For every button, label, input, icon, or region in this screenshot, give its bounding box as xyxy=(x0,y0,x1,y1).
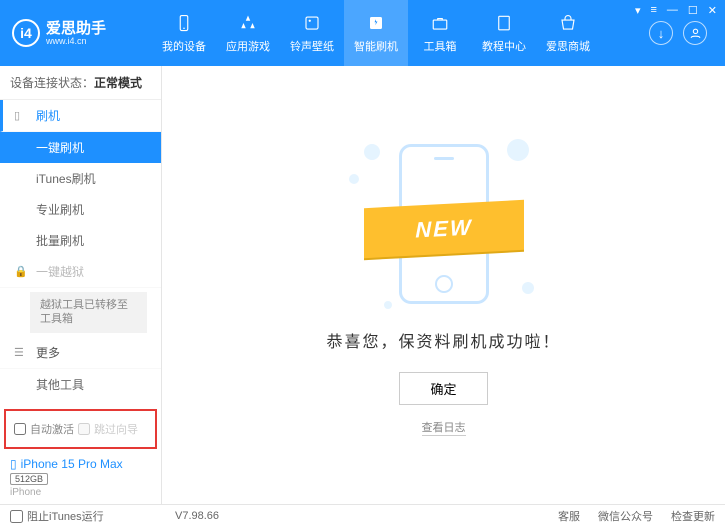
footer: 阻止iTunes运行 V7.98.66 客服 微信公众号 检查更新 xyxy=(0,504,725,527)
device-name[interactable]: ▯ iPhone 15 Pro Max xyxy=(10,457,151,471)
main-content: NEW 恭喜您，保资料刷机成功啦！ 确定 查看日志 xyxy=(162,66,725,504)
app-url: www.i4.cn xyxy=(46,36,106,46)
more-icon: ☰ xyxy=(14,346,28,359)
device-info: ▯ iPhone 15 Pro Max 512GB iPhone xyxy=(0,451,161,504)
nav-apps[interactable]: 应用游戏 xyxy=(216,0,280,66)
menu-other-tools[interactable]: 其他工具 xyxy=(0,369,161,400)
success-message: 恭喜您，保资料刷机成功啦！ xyxy=(326,328,560,352)
nav-tutorials[interactable]: 教程中心 xyxy=(472,0,536,66)
sidebar: 设备连接状态：正常模式 ▯ 刷机 一键刷机 iTunes刷机 专业刷机 批量刷机… xyxy=(0,66,162,504)
maximize-icon[interactable]: ☐ xyxy=(688,4,698,17)
footer-update[interactable]: 检查更新 xyxy=(671,508,715,524)
new-ribbon: NEW xyxy=(364,200,524,258)
ok-button[interactable]: 确定 xyxy=(399,372,487,405)
menu-flash-group[interactable]: ▯ 刷机 xyxy=(0,100,161,132)
auto-activate-checkbox[interactable]: 自动激活 xyxy=(14,421,74,437)
wallpaper-icon xyxy=(301,12,323,34)
footer-wechat[interactable]: 微信公众号 xyxy=(598,508,653,524)
top-nav: 我的设备 应用游戏 铃声壁纸 智能刷机 工具箱 教程中心 爱思商城 xyxy=(152,0,649,66)
apps-icon xyxy=(237,12,259,34)
skip-guide-checkbox[interactable]: 跳过向导 xyxy=(78,421,138,437)
minimize-icon[interactable]: — xyxy=(667,4,678,17)
success-illustration: NEW xyxy=(344,134,544,314)
jailbreak-note: 越狱工具已转移至工具箱 xyxy=(30,292,147,333)
options-row: 自动激活 跳过向导 xyxy=(4,409,157,449)
app-header: i4 爱思助手 www.i4.cn 我的设备 应用游戏 铃声壁纸 智能刷机 工具… xyxy=(0,0,725,66)
menu-jailbreak-group[interactable]: 🔒 一键越狱 xyxy=(0,256,161,288)
store-icon xyxy=(557,12,579,34)
lock-icon: 🔒 xyxy=(14,265,28,278)
nav-toolbox[interactable]: 工具箱 xyxy=(408,0,472,66)
nav-ringtones[interactable]: 铃声壁纸 xyxy=(280,0,344,66)
phone-small-icon: ▯ xyxy=(10,457,17,471)
device-icon: ▯ xyxy=(14,109,28,122)
footer-support[interactable]: 客服 xyxy=(558,508,580,524)
nav-my-device[interactable]: 我的设备 xyxy=(152,0,216,66)
nav-store[interactable]: 爱思商城 xyxy=(536,0,600,66)
menu-more-group[interactable]: ☰ 更多 xyxy=(0,337,161,369)
user-button[interactable] xyxy=(683,21,707,45)
nav-flash[interactable]: 智能刷机 xyxy=(344,0,408,66)
book-icon xyxy=(493,12,515,34)
download-button[interactable]: ↓ xyxy=(649,21,673,45)
device-storage: 512GB xyxy=(10,473,48,485)
device-type: iPhone xyxy=(10,487,151,498)
block-itunes-checkbox[interactable]: 阻止iTunes运行 xyxy=(10,508,104,524)
window-controls: ▾ ≡ — ☐ ✕ xyxy=(635,4,717,17)
phone-icon xyxy=(173,12,195,34)
menu-icon[interactable]: ▾ xyxy=(635,4,641,17)
flash-icon xyxy=(365,12,387,34)
header-actions: ↓ xyxy=(649,21,707,45)
logo: i4 爱思助手 www.i4.cn xyxy=(12,19,152,47)
app-name: 爱思助手 xyxy=(46,21,106,36)
connection-status: 设备连接状态：正常模式 xyxy=(0,66,161,100)
settings-icon[interactable]: ≡ xyxy=(650,4,656,17)
close-icon[interactable]: ✕ xyxy=(708,4,717,17)
logo-icon: i4 xyxy=(12,19,40,47)
menu-itunes-flash[interactable]: iTunes刷机 xyxy=(0,163,161,194)
toolbox-icon xyxy=(429,12,451,34)
view-log-link[interactable]: 查看日志 xyxy=(422,419,466,436)
menu-one-click-flash[interactable]: 一键刷机 xyxy=(0,132,161,163)
version-label: V7.98.66 xyxy=(175,510,219,522)
menu-pro-flash[interactable]: 专业刷机 xyxy=(0,194,161,225)
menu-download-firmware[interactable]: 下载固件 xyxy=(0,400,161,407)
menu-batch-flash[interactable]: 批量刷机 xyxy=(0,225,161,256)
